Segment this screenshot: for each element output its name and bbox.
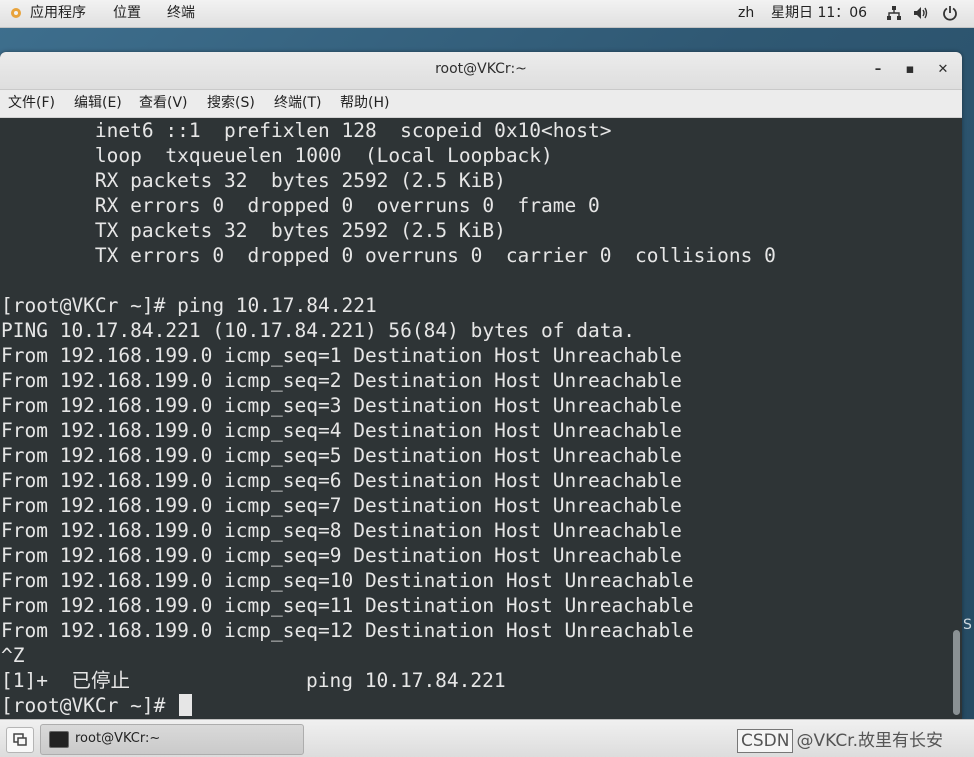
close-button[interactable]: ✕: [935, 62, 951, 78]
terminal-line: TX errors 0 dropped 0 overruns 0 carrier…: [1, 244, 776, 267]
menu-view[interactable]: 查看(V): [139, 95, 188, 112]
minimize-button[interactable]: –: [870, 62, 886, 78]
menu-help[interactable]: 帮助(H): [340, 95, 389, 112]
top-panel: 应用程序 位置 终端 zh 星期日 11：06: [0, 0, 974, 28]
terminal-line: [1]+ 已停止 ping 10.17.84.221: [1, 669, 506, 692]
terminal-cursor: [179, 694, 193, 716]
power-icon[interactable]: [942, 5, 958, 21]
maximize-button[interactable]: ▪: [902, 62, 918, 78]
applications-icon: [11, 8, 21, 18]
taskbar-window-terminal[interactable]: root@VKCr:~: [40, 724, 304, 755]
menu-terminal[interactable]: 终端(T): [274, 95, 321, 112]
window-title: root@VKCr:~: [435, 61, 527, 77]
watermark: CSDN @VKCr.故里有长安: [737, 726, 944, 753]
terminal-window: root@VKCr:~ – ▪ ✕ 文件(F) 编辑(E) 查看(V) 搜索(S…: [0, 52, 962, 719]
menu-file[interactable]: 文件(F): [8, 95, 55, 112]
terminal-line: PING 10.17.84.221 (10.17.84.221) 56(84) …: [1, 319, 635, 342]
terminal-line: From 192.168.199.0 icmp_seq=8 Destinatio…: [1, 519, 682, 542]
terminal-line: RX errors 0 dropped 0 overruns 0 frame 0: [1, 194, 600, 217]
terminal-line: From 192.168.199.0 icmp_seq=7 Destinatio…: [1, 494, 682, 517]
terminal-scrollbar[interactable]: [950, 118, 962, 719]
show-desktop-icon: [13, 733, 27, 746]
menu-bar: 文件(F) 编辑(E) 查看(V) 搜索(S) 终端(T) 帮助(H): [0, 90, 962, 118]
volume-icon[interactable]: [913, 5, 929, 21]
terminal-line: From 192.168.199.0 icmp_seq=10 Destinati…: [1, 569, 694, 592]
menu-search[interactable]: 搜索(S): [207, 95, 255, 112]
terminal-line: RX packets 32 bytes 2592 (2.5 KiB): [1, 169, 506, 192]
watermark-badge: CSDN: [737, 729, 794, 753]
desktop-edge-text: S: [963, 617, 972, 633]
terminal-line: From 192.168.199.0 icmp_seq=6 Destinatio…: [1, 469, 682, 492]
terminal-line: From 192.168.199.0 icmp_seq=2 Destinatio…: [1, 369, 682, 392]
terminal-line: [root@VKCr ~]#: [1, 693, 193, 718]
bottom-taskbar: root@VKCr:~ CSDN @VKCr.故里有长安: [0, 719, 974, 757]
terminal-output[interactable]: inet6 ::1 prefixlen 128 scopeid 0x10<hos…: [0, 118, 950, 719]
show-desktop-button[interactable]: [6, 727, 34, 753]
menu-edit[interactable]: 编辑(E): [74, 95, 122, 112]
taskbar-window-label: root@VKCr:~: [75, 731, 161, 746]
window-titlebar[interactable]: root@VKCr:~ – ▪ ✕: [0, 52, 962, 90]
terminal-line: From 192.168.199.0 icmp_seq=1 Destinatio…: [1, 344, 682, 367]
input-language-indicator[interactable]: zh: [738, 4, 754, 22]
terminal-line: From 192.168.199.0 icmp_seq=5 Destinatio…: [1, 444, 682, 467]
terminal-line: TX packets 32 bytes 2592 (2.5 KiB): [1, 219, 506, 242]
terminal-line: ^Z: [1, 644, 25, 667]
terminal-line: inet6 ::1 prefixlen 128 scopeid 0x10<hos…: [1, 119, 612, 142]
places-menu[interactable]: 位置: [113, 4, 141, 22]
watermark-text: @VKCr.故里有长安: [796, 731, 944, 751]
terminal-app-menu[interactable]: 终端: [167, 4, 195, 22]
terminal-line: From 192.168.199.0 icmp_seq=11 Destinati…: [1, 594, 694, 617]
terminal-icon: [49, 731, 69, 748]
terminal-line: loop txqueuelen 1000 (Local Loopback): [1, 144, 553, 167]
network-icon[interactable]: [886, 5, 902, 21]
terminal-line: From 192.168.199.0 icmp_seq=9 Destinatio…: [1, 544, 682, 567]
terminal-line: From 192.168.199.0 icmp_seq=4 Destinatio…: [1, 419, 682, 442]
scrollbar-thumb[interactable]: [953, 630, 960, 715]
clock[interactable]: 星期日 11：06: [771, 4, 867, 22]
terminal-line: [root@VKCr ~]# ping 10.17.84.221: [1, 294, 377, 317]
applications-menu[interactable]: 应用程序: [30, 4, 86, 22]
terminal-line: From 192.168.199.0 icmp_seq=3 Destinatio…: [1, 394, 682, 417]
terminal-line: From 192.168.199.0 icmp_seq=12 Destinati…: [1, 619, 694, 642]
